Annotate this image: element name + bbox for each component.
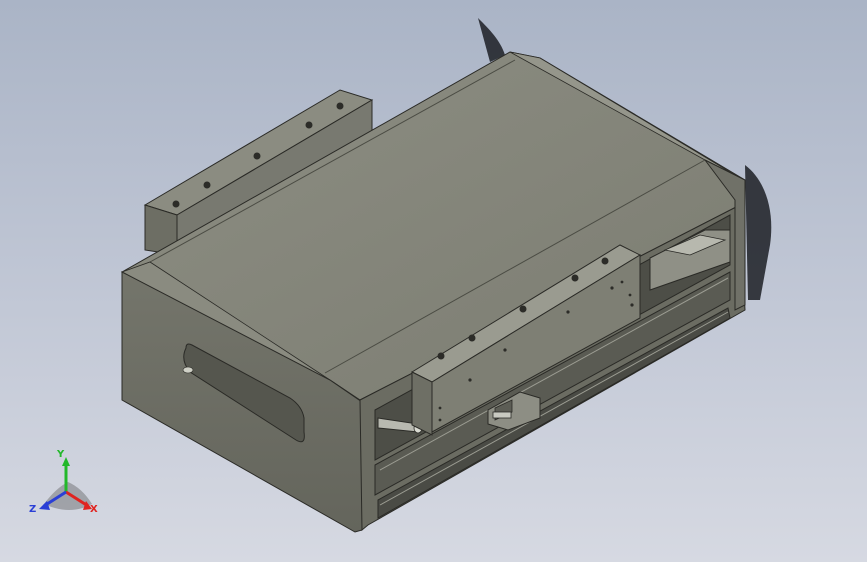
graphics-viewport[interactable]: Y X Z <box>0 0 867 562</box>
triad-graphic <box>39 457 92 510</box>
view-triad[interactable]: Y X Z <box>26 448 106 528</box>
triad-y-label: Y <box>57 449 65 460</box>
triad-x-label: X <box>90 504 98 515</box>
triad-z-label: Z <box>29 504 37 515</box>
model-view[interactable] <box>0 0 867 562</box>
